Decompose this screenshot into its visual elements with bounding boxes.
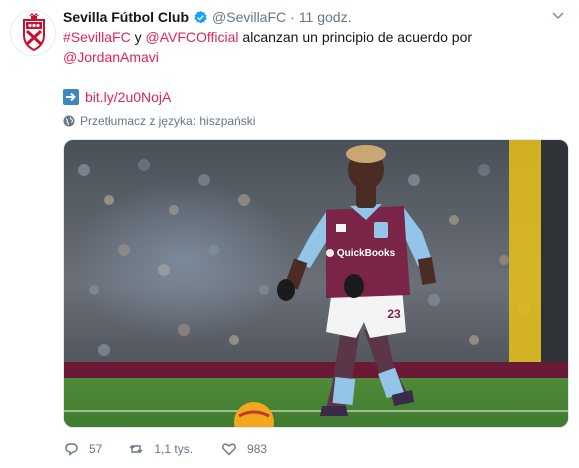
arrow-right-icon — [63, 89, 79, 105]
player-photo: QuickBooks 23 — [64, 140, 568, 427]
tweet-header: Sevilla Fútbol Club @SevillaFC · 11 godz… — [63, 7, 539, 27]
text-body: alcanzan un principio de acuerdo por — [238, 29, 473, 45]
timestamp[interactable]: 11 godz. — [299, 9, 352, 25]
globe-icon — [63, 115, 75, 127]
reply-count: 57 — [89, 442, 103, 456]
shorts-number: 23 — [387, 307, 401, 321]
tweet-actions: 57 1,1 tys. 983 — [63, 438, 295, 460]
reply-icon — [65, 443, 78, 456]
retweet-button[interactable]: 1,1 tys. — [128, 441, 193, 457]
text-connector: y — [130, 29, 146, 45]
separator-dot: · — [290, 9, 295, 25]
author-handle[interactable]: @SevillaFC — [212, 9, 286, 25]
translate-link[interactable]: Przetłumacz z języka: hiszpański — [63, 114, 255, 128]
tweet-media-photo[interactable]: QuickBooks 23 — [63, 139, 569, 428]
chevron-down-icon[interactable] — [551, 8, 565, 22]
translate-label: Przetłumacz z języka: hiszpański — [80, 114, 256, 128]
verified-icon — [194, 10, 207, 23]
shirt-sponsor: QuickBooks — [337, 248, 396, 259]
mention-link-avfc[interactable]: @AVFCOfficial — [145, 29, 238, 45]
retweet-icon — [129, 445, 143, 453]
avatar[interactable] — [10, 10, 56, 56]
tweet-text: #SevillaFC y @AVFCOfficial alcanzan un p… — [63, 27, 533, 107]
like-count: 983 — [247, 442, 268, 456]
mention-link-amavi[interactable]: @JordanAmavi — [63, 49, 159, 65]
author-name[interactable]: Sevilla Fútbol Club — [63, 9, 189, 25]
sevilla-crest-icon — [11, 11, 55, 55]
heart-icon — [222, 443, 236, 456]
retweet-count: 1,1 tys. — [154, 442, 194, 456]
short-url-link[interactable]: bit.ly/2u0NojA — [85, 89, 171, 105]
like-button[interactable]: 983 — [221, 441, 267, 457]
reply-button[interactable]: 57 — [63, 441, 102, 457]
hashtag-link[interactable]: #SevillaFC — [63, 29, 131, 45]
